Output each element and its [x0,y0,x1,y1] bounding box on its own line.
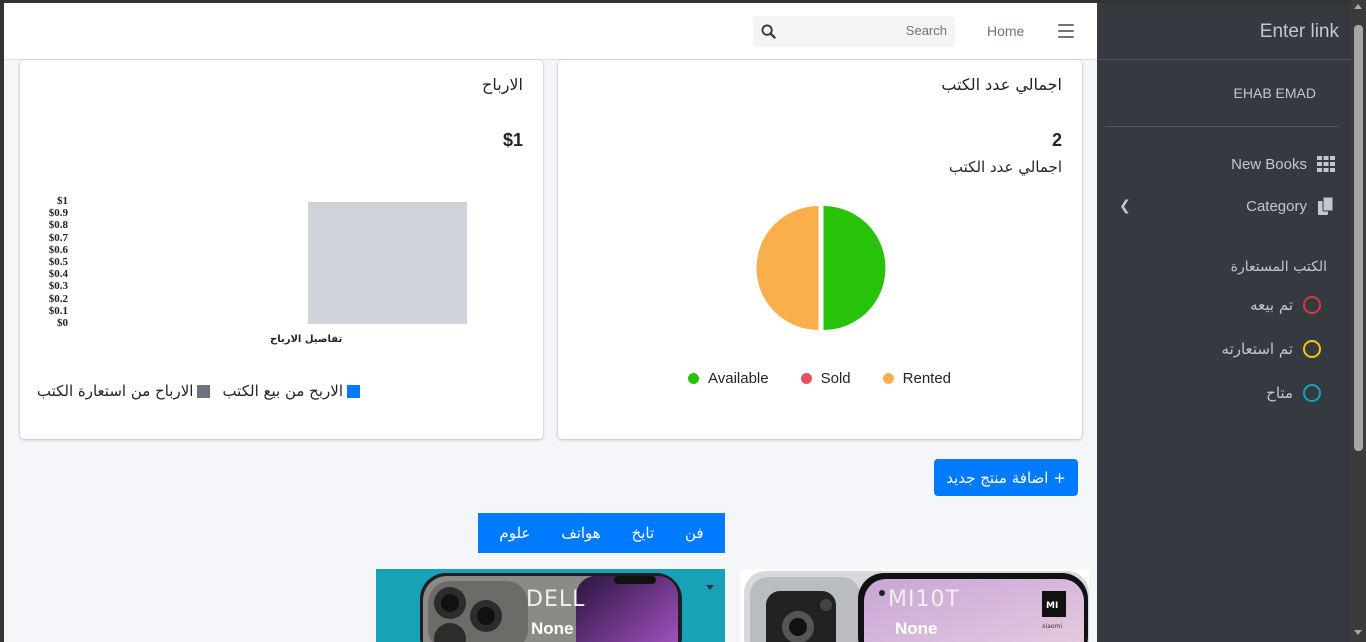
status-sold[interactable]: تم بيعه [1250,296,1321,314]
books-count-card: اجمالي عدد الكتب 2 اجمالي عدد الكتب Avai… [558,60,1082,439]
profit-card: الارباح $1 $1 $0.9 $0.8 $0.7 $0.6 $0.5 $0.4 $0.… [20,60,543,439]
legend-label: Sold [820,370,851,387]
legend-label: الاربح من بيع الكتب [222,382,343,400]
product-subtitle: None [531,619,574,638]
sidebar-brand-link[interactable]: Enter link [1260,21,1339,43]
product-title: MI10T [888,587,960,612]
legend-dot [882,373,894,384]
pie-slice-available[interactable] [823,206,886,330]
circle-icon [1303,296,1321,314]
legend-label: Rented [902,370,952,387]
page-scrollbar[interactable] [1351,0,1366,642]
legend-dot [800,373,812,384]
pie-slice-rented[interactable] [756,206,819,330]
pie-legend-sold[interactable]: Sold [800,370,851,387]
profit-bar[interactable] [308,202,467,324]
sidebar-item-label: Category [1246,197,1307,215]
scroll-down-arrow-icon[interactable] [1354,630,1362,635]
sidebar-item-category[interactable]: Category [1246,197,1335,215]
add-product-button[interactable]: + اضافة منتج جديد [934,459,1078,496]
app-window: Search Home الارباح $1 $1 $0.9 $0.8 $0.7 $0.… [4,3,1351,642]
search-input[interactable]: Search [906,23,947,38]
category-tab[interactable]: هواتف [561,524,601,542]
search-box[interactable]: Search [753,16,955,47]
pie-legend-available[interactable]: Available [688,370,769,387]
scroll-thumb[interactable] [1354,25,1363,451]
legend-item-sales: الاربح من بيع الكتب [222,382,360,400]
status-label: تم بيعه [1250,296,1293,314]
legend-swatch-blue [347,384,360,398]
books-total: 2 [1051,130,1062,150]
sidebar-section-header: الكتب المستعارة [1230,259,1327,275]
hamburger-menu-icon[interactable] [1058,24,1074,38]
legend-label: الارباح من استعارة الكتب [36,382,194,400]
chevron-left-icon[interactable]: ❮ [1119,198,1131,214]
grid-icon [1317,155,1335,173]
status-label: تم استعارته [1221,340,1293,358]
product-card[interactable]: DELL None [376,569,725,642]
status-label: متاح [1266,384,1293,402]
legend-dot [688,373,699,384]
legend-item-rentals: الارباح من استعارة الكتب [37,382,211,400]
books-subtitle: اجمالي عدد الكتب [948,158,1062,176]
sidebar: Enter link EHAB EMAD New Books ❮ Categor… [1097,3,1351,642]
brand-name: xiaomi [1042,623,1063,630]
sidebar-item-label: New Books [1231,155,1307,173]
scroll-up-arrow-icon[interactable] [1354,4,1362,9]
profit-chart-xlabel: تفاصيل الارباح [270,334,343,345]
sidebar-divider [1105,126,1339,127]
top-navbar: Search Home [4,3,1097,60]
legend-swatch-gray [197,384,211,398]
product-title: DELL [526,587,586,612]
sidebar-item-new-books[interactable]: New Books [1231,155,1335,173]
pie-legend: Available Sold Rented [688,370,983,387]
category-tab[interactable]: تايخ [632,524,655,542]
category-tab[interactable]: علوم [499,524,530,542]
product-card[interactable]: MI10T None MI xiaomi [740,569,1089,642]
search-icon[interactable] [761,24,776,39]
main-content: Search Home الارباح $1 $1 $0.9 $0.8 $0.7 $0.… [4,3,1097,642]
copy-icon [1317,197,1335,215]
category-tab[interactable]: فن [685,524,704,542]
user-name[interactable]: EHAB EMAD [1234,85,1316,101]
circle-icon [1303,340,1321,358]
pie-legend-rented[interactable]: Rented [882,370,952,387]
status-available[interactable]: متاح [1266,384,1321,402]
books-card-title: اجمالي عدد الكتب [941,75,1062,94]
home-link[interactable]: Home [987,23,1024,39]
legend-label: Available [708,370,769,387]
brand-logo: MI [1046,601,1059,611]
category-bar: فن تايخ هواتف علوم [478,513,725,553]
circle-icon [1303,384,1321,402]
status-rented[interactable]: تم استعارته [1222,340,1321,358]
books-pie-chart [756,206,886,330]
product-subtitle: None [895,619,938,638]
profit-legend: الاربح من بيع الكتب الارباح من استعارة ا… [31,382,360,400]
sidebar-brand[interactable]: Enter link [1097,3,1351,60]
